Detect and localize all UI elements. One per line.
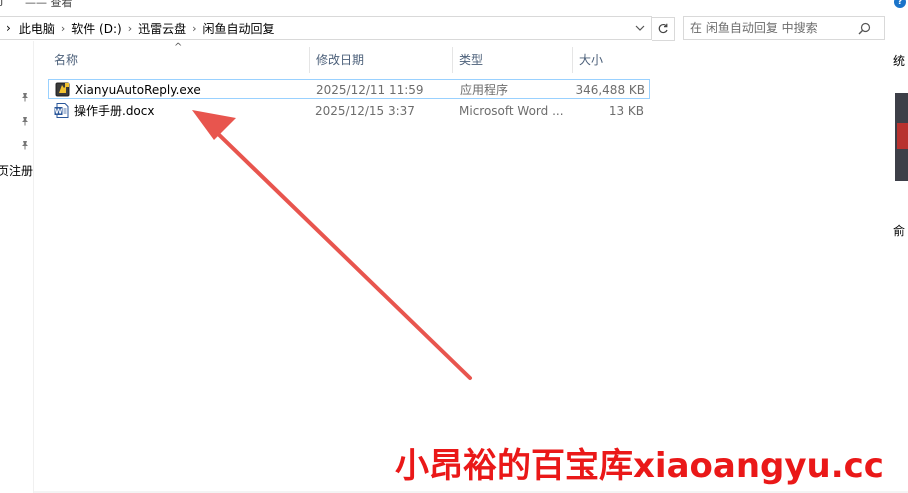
annotation-arrow (192, 110, 472, 380)
ribbon-remnant: ƒ —— 查看 ? (0, 0, 908, 10)
search-icon (858, 22, 871, 34)
breadcrumb-current-folder[interactable]: 闲鱼自动回复 (201, 17, 277, 39)
address-history-dropdown[interactable] (630, 17, 650, 39)
svg-text:W: W (55, 108, 63, 116)
chevron-right-icon[interactable]: › (57, 22, 69, 35)
exe-app-icon (55, 82, 70, 97)
column-type[interactable]: 类型 (453, 47, 573, 73)
details-pane-text: 俞 (893, 224, 906, 238)
column-header: ^ 名称 修改日期 类型 大小 (34, 42, 654, 73)
file-size: 13 KB (608, 104, 644, 118)
navigation-pane[interactable]: 页注册 (0, 41, 33, 493)
details-pane-text: 统 (893, 54, 906, 68)
column-name[interactable]: 名称 (48, 47, 310, 73)
help-icon[interactable]: ? (894, 0, 906, 8)
pin-icon[interactable] (20, 140, 30, 150)
refresh-icon (658, 23, 668, 34)
ribbon-fragment-left: ƒ (0, 0, 4, 7)
pin-icon[interactable] (20, 92, 30, 102)
breadcrumb[interactable]: › 此电脑 › 软件 (D:) › 迅雷云盘 › 闲鱼自动回复 (0, 16, 652, 40)
file-modified: 2025/12/15 3:37 (315, 104, 415, 118)
column-size[interactable]: 大小 (573, 47, 653, 73)
breadcrumb-this-pc[interactable]: 此电脑 (17, 17, 57, 39)
chevron-right-icon[interactable]: › (188, 22, 200, 35)
chevron-right-icon: › (6, 21, 11, 35)
file-row[interactable]: XianyuAutoReply.exe 2025/12/11 11:59 应用程… (48, 79, 650, 99)
file-modified: 2025/12/11 11:59 (316, 83, 424, 97)
file-type: 应用程序 (460, 83, 509, 97)
refresh-button[interactable] (652, 17, 675, 41)
search-input[interactable] (688, 20, 852, 36)
details-pane-thumbnail (895, 93, 908, 181)
breadcrumb-root-arrow[interactable]: › (0, 17, 17, 39)
breadcrumb-drive-d[interactable]: 软件 (D:) (69, 17, 123, 39)
breadcrumb-xunlei-cloud[interactable]: 迅雷云盘 (136, 17, 188, 39)
chevron-right-icon[interactable]: › (124, 22, 136, 35)
column-modified[interactable]: 修改日期 (310, 47, 453, 73)
file-name: 操作手册.docx (74, 104, 155, 118)
file-type: Microsoft Word ... (459, 104, 564, 118)
word-doc-icon: W (54, 103, 69, 118)
file-name: XianyuAutoReply.exe (75, 83, 201, 97)
address-row: › 此电脑 › 软件 (D:) › 迅雷云盘 › 闲鱼自动回复 (0, 13, 908, 41)
file-size: 346,488 KB (575, 83, 645, 97)
search-box[interactable] (683, 16, 885, 40)
watermark-text: 小昂裕的百宝库xiaoangyu.cc (395, 446, 884, 486)
nav-item-label[interactable]: 页注册 (0, 162, 33, 179)
pane-divider[interactable] (33, 41, 34, 493)
ribbon-fragment-mid: —— 查看 (25, 0, 73, 9)
file-row[interactable]: W 操作手册.docx 2025/12/15 3:37 Microsoft Wo… (48, 101, 650, 121)
pin-icon[interactable] (20, 116, 30, 126)
chevron-down-icon (635, 25, 645, 31)
